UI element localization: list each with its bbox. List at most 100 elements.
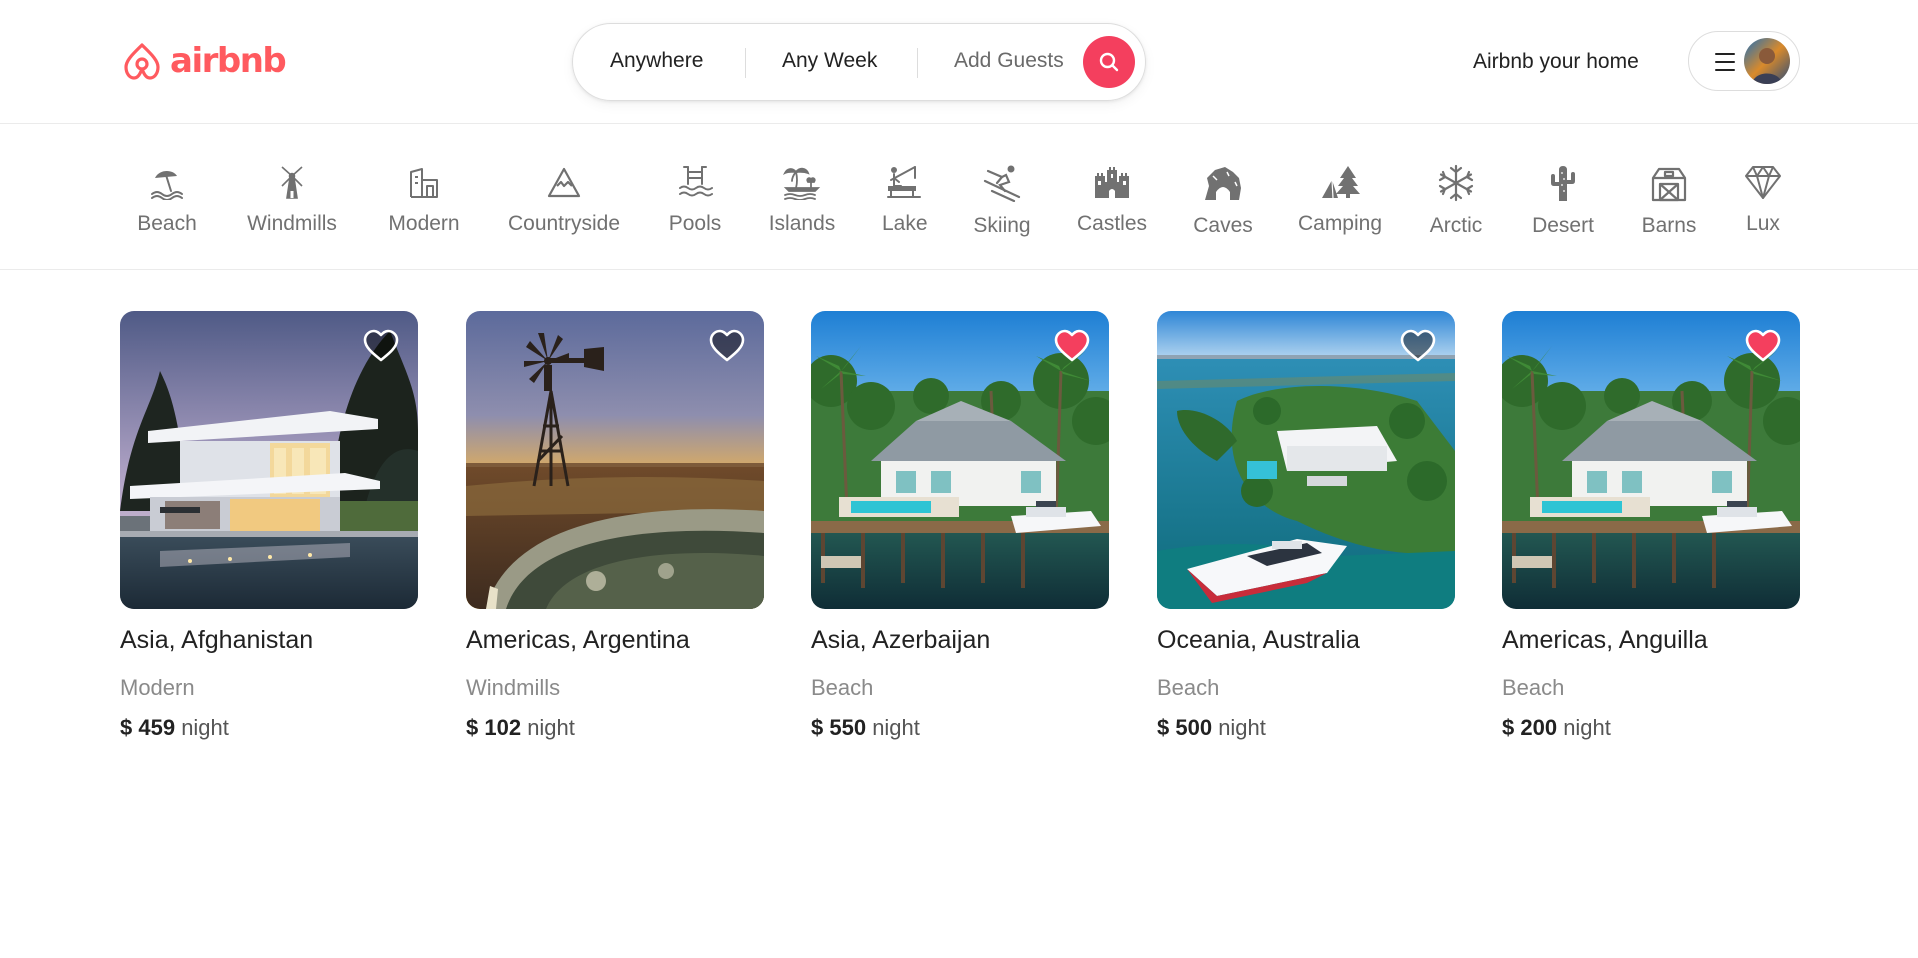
favorite-heart-icon[interactable] [1744, 329, 1782, 368]
category-windmills[interactable]: Windmills [242, 164, 342, 236]
skiing-icon [983, 165, 1021, 202]
category-barns[interactable]: Barns [1640, 164, 1698, 238]
listing-category: Windmills [466, 675, 561, 700]
listing-image[interactable] [1157, 311, 1455, 609]
category-label: Barns [1641, 214, 1697, 237]
favorite-heart-icon[interactable] [1399, 329, 1437, 368]
cactus-icon [1551, 166, 1575, 201]
top-navbar: airbnb Anywhere Any Week Add Guests Airb… [0, 0, 1918, 124]
category-lake[interactable]: Lake [882, 164, 928, 236]
price-amount: $ 200 [1502, 715, 1558, 740]
category-label: Desert [1532, 214, 1594, 237]
category-label: Lux [1746, 212, 1780, 235]
category-label: Beach [137, 212, 197, 235]
airbnb-logo-text: airbnb [170, 41, 287, 81]
search-icon [1099, 52, 1119, 72]
listing-location: Oceania, Australia [1157, 626, 1360, 654]
category-label: Skiing [973, 214, 1031, 237]
beach-icon [151, 170, 183, 200]
search-location[interactable]: Anywhere [610, 49, 703, 73]
listing-category: Beach [1502, 675, 1565, 700]
favorite-heart-icon[interactable] [362, 329, 400, 368]
category-label: Modern [388, 212, 460, 235]
price-unit: night [872, 715, 920, 740]
category-skiing[interactable]: Skiing [972, 164, 1032, 238]
listing-location: Asia, Afghanistan [120, 626, 314, 654]
category-beach[interactable]: Beach [136, 164, 198, 236]
category-label: Camping [1297, 212, 1383, 235]
listing-price: $ 459 night [120, 715, 418, 741]
price-amount: $ 550 [811, 715, 867, 740]
listing-image[interactable] [120, 311, 418, 609]
barn-icon [1651, 167, 1687, 202]
listing-image[interactable] [1502, 311, 1800, 609]
modern-building-icon [410, 168, 438, 198]
listing-image[interactable] [811, 311, 1109, 609]
listing-price: $ 500 night [1157, 715, 1455, 741]
listing-price: $ 200 night [1502, 715, 1800, 741]
listing-category: Beach [1157, 675, 1220, 700]
category-label: Castles [1076, 212, 1148, 235]
category-islands[interactable]: Islands [767, 164, 837, 236]
cave-icon [1205, 167, 1241, 200]
search-bar[interactable]: Anywhere Any Week Add Guests [572, 23, 1146, 101]
search-guests[interactable]: Add Guests [954, 49, 1064, 73]
listing-card[interactable]: Asia, Afghanistan Modern $ 459 night [120, 311, 418, 741]
island-icon [782, 167, 821, 200]
user-menu-button[interactable] [1688, 31, 1800, 91]
favorite-heart-icon[interactable] [708, 329, 746, 368]
listing-card[interactable]: Oceania, Australia Beach $ 500 night [1157, 311, 1455, 741]
favorite-heart-icon[interactable] [1053, 329, 1091, 368]
price-amount: $ 500 [1157, 715, 1213, 740]
listing-image[interactable] [466, 311, 764, 609]
category-label: Pools [668, 212, 722, 235]
price-unit: night [1563, 715, 1611, 740]
listing-category: Beach [811, 675, 874, 700]
lake-icon [887, 166, 921, 198]
category-label: Islands [768, 212, 836, 235]
snowflake-icon [1438, 164, 1474, 202]
category-bar: Beach Windmills Modern Countryside Pools… [0, 124, 1918, 270]
listing-card[interactable]: Americas, Anguilla Beach $ 200 night [1502, 311, 1800, 741]
listing-price: $ 102 night [466, 715, 764, 741]
category-desert[interactable]: Desert [1530, 164, 1596, 238]
category-countryside[interactable]: Countryside [506, 164, 622, 236]
category-lux[interactable]: Lux [1742, 164, 1784, 236]
category-label: Countryside [507, 212, 621, 235]
category-modern[interactable]: Modern [387, 164, 461, 236]
listing-location: Americas, Anguilla [1502, 626, 1708, 654]
listing-price: $ 550 night [811, 715, 1109, 741]
listing-category: Modern [120, 675, 195, 700]
search-button[interactable] [1083, 36, 1135, 88]
category-label: Windmills [247, 212, 337, 235]
diamond-icon [1745, 166, 1781, 199]
listing-location: Asia, Azerbaijan [811, 626, 991, 654]
listing-location: Americas, Argentina [466, 626, 690, 654]
category-label: Arctic [1429, 214, 1483, 237]
category-label: Caves [1193, 214, 1253, 237]
windmill-icon [281, 166, 303, 199]
castle-icon [1095, 167, 1129, 198]
price-unit: night [181, 715, 229, 740]
avatar [1744, 38, 1790, 84]
hamburger-menu-icon [1715, 53, 1735, 71]
category-arctic[interactable]: Arctic [1428, 164, 1484, 238]
search-dates[interactable]: Any Week [782, 49, 877, 73]
listing-card[interactable]: Asia, Azerbaijan Beach $ 550 night [811, 311, 1109, 741]
price-unit: night [1218, 715, 1266, 740]
price-unit: night [527, 715, 575, 740]
category-castles[interactable]: Castles [1076, 164, 1148, 236]
category-pools[interactable]: Pools [667, 164, 723, 236]
price-amount: $ 102 [466, 715, 522, 740]
category-caves[interactable]: Caves [1193, 164, 1253, 238]
price-amount: $ 459 [120, 715, 176, 740]
host-your-home-link[interactable]: Airbnb your home [1473, 50, 1639, 74]
airbnb-logo[interactable]: airbnb [120, 37, 287, 85]
category-label: Lake [882, 212, 928, 235]
camping-icon [1322, 166, 1360, 199]
mountain-icon [547, 167, 581, 198]
category-camping[interactable]: Camping [1297, 164, 1383, 236]
pool-icon [679, 166, 713, 197]
airbnb-logo-icon [124, 43, 160, 80]
listing-card[interactable]: Americas, Argentina Windmills $ 102 nigh… [466, 311, 764, 741]
